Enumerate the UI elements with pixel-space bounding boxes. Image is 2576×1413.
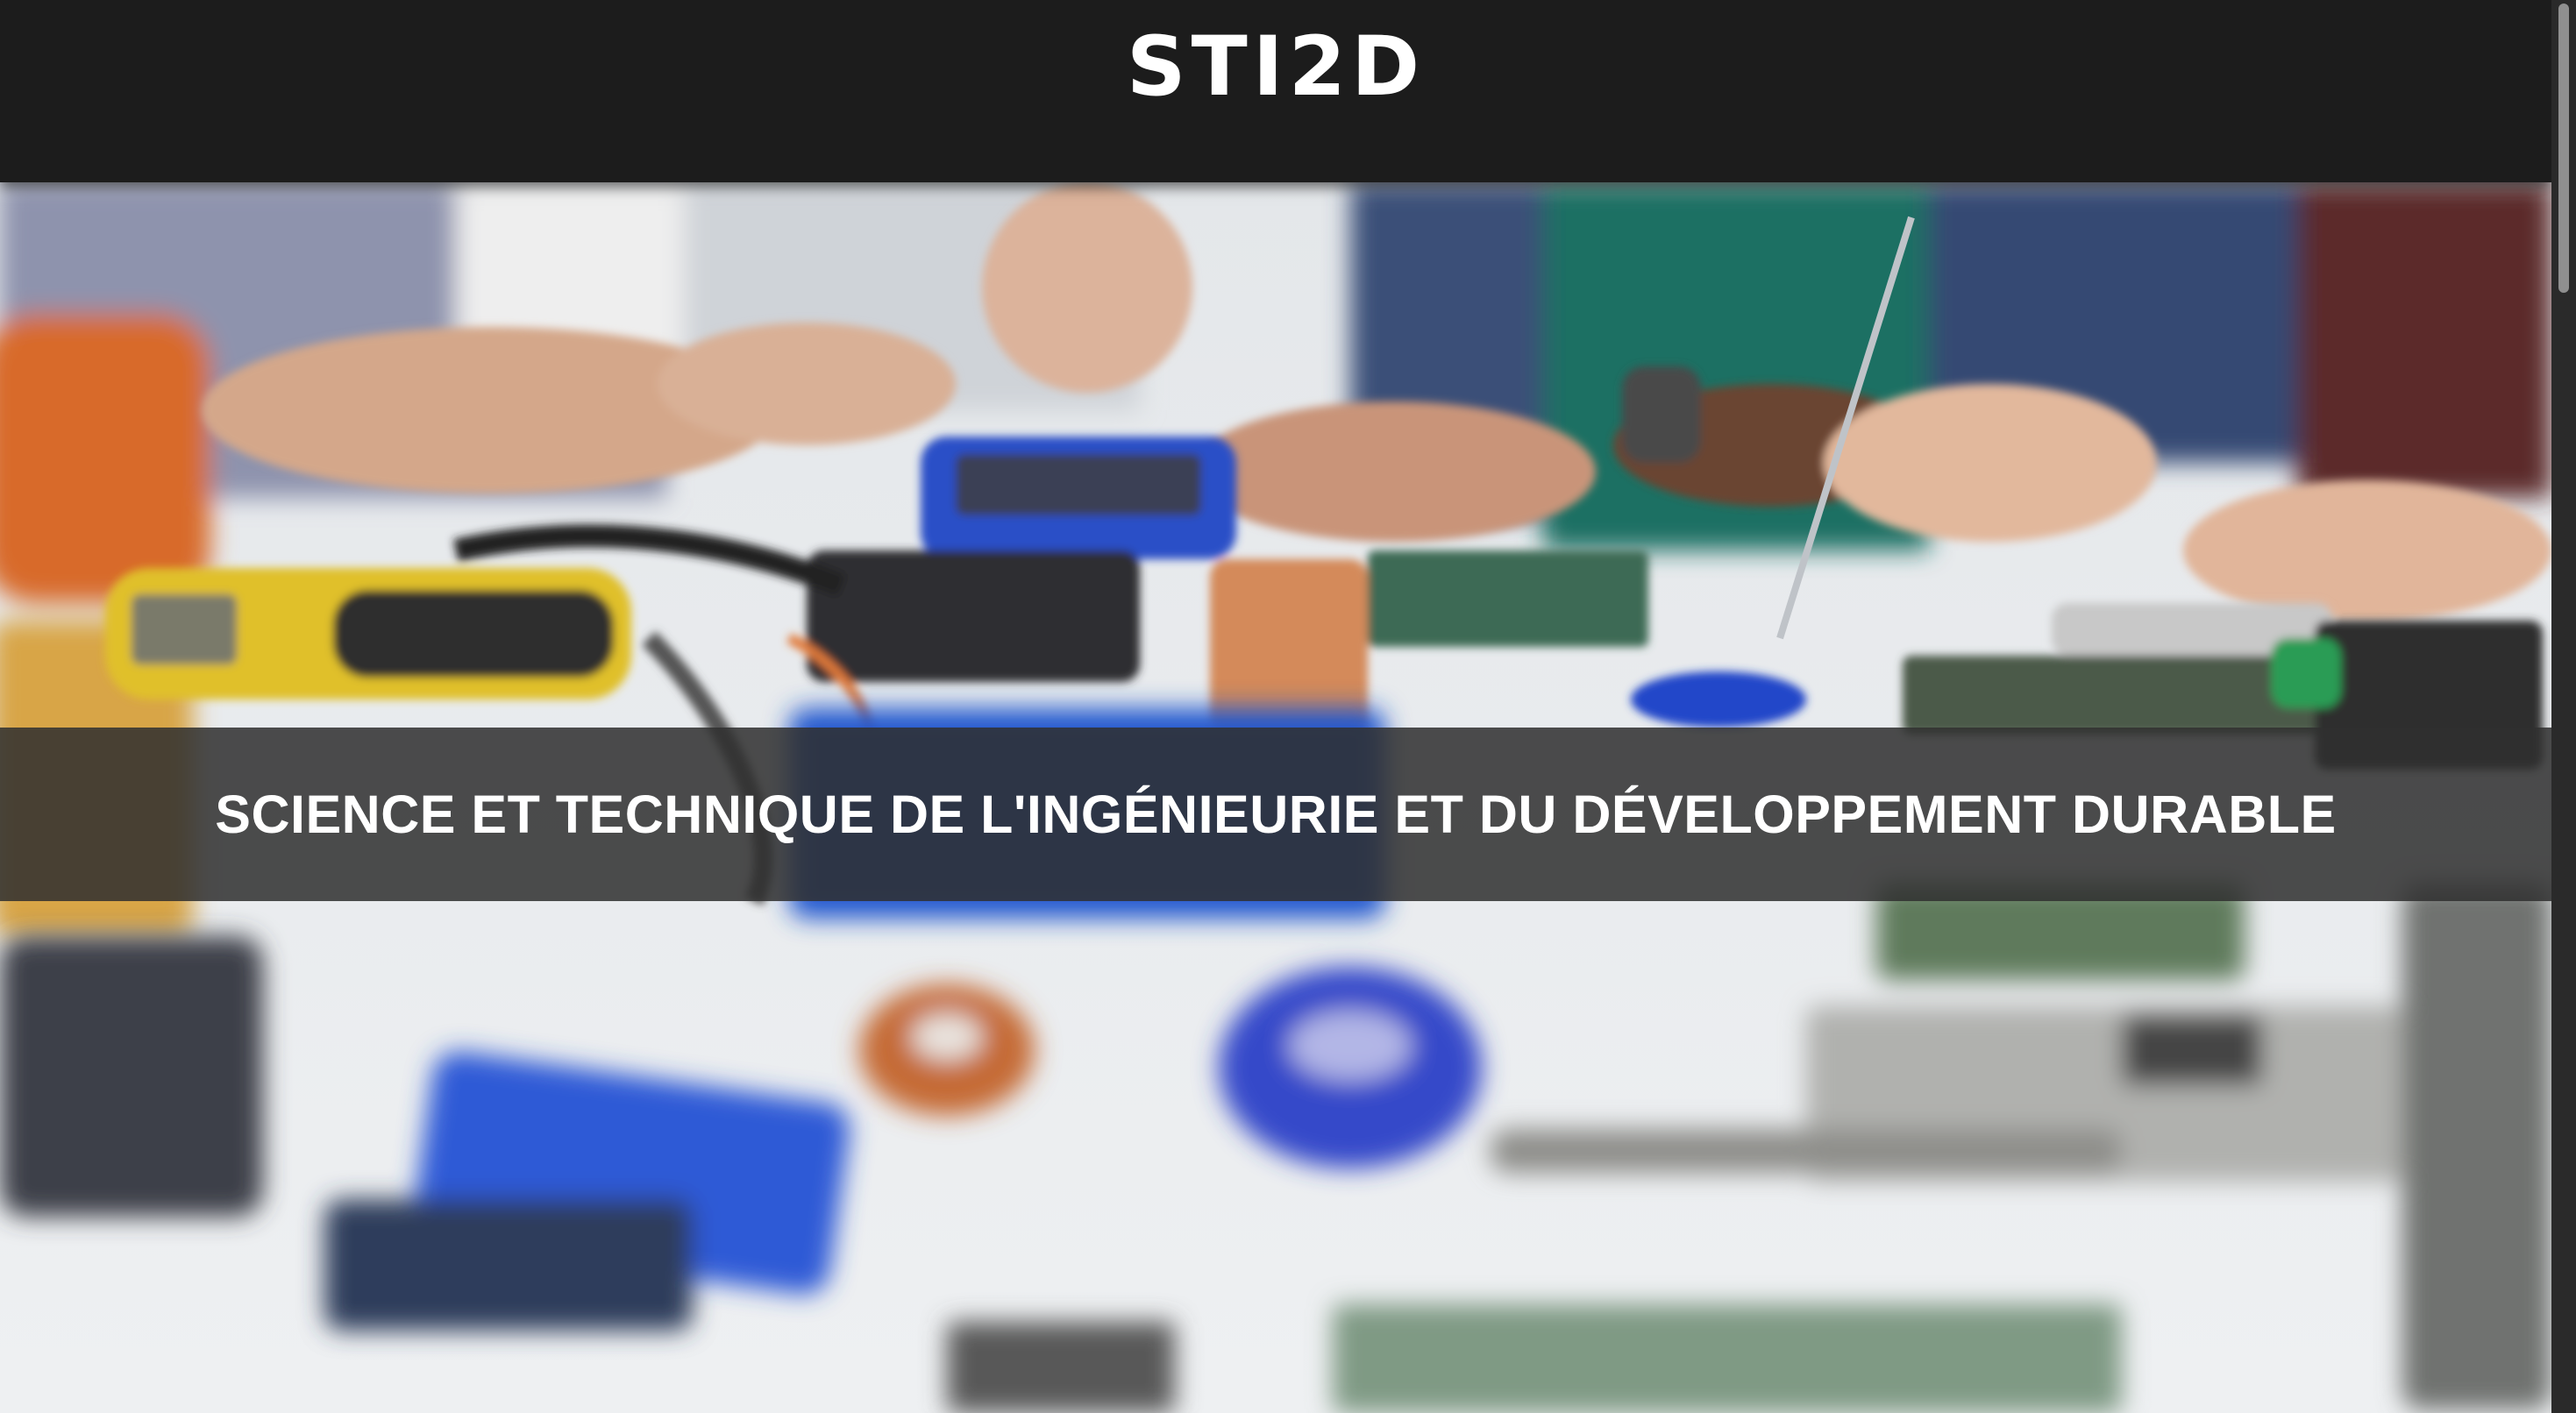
vertical-scrollbar[interactable] — [2551, 0, 2576, 1413]
page: STI2D SCIENCE ET TECHNIQUE DE L'INGÉNIEU… — [0, 0, 2576, 1413]
site-title[interactable]: STI2D — [1127, 19, 1425, 116]
site-header: STI2D — [0, 0, 2551, 182]
hero-section: SCIENCE ET TECHNIQUE DE L'INGÉNIEURIE ET… — [0, 182, 2551, 1413]
tagline-banner: SCIENCE ET TECHNIQUE DE L'INGÉNIEURIE ET… — [0, 728, 2551, 901]
tagline-text: SCIENCE ET TECHNIQUE DE L'INGÉNIEURIE ET… — [215, 785, 2337, 844]
scrollbar-thumb[interactable] — [2558, 4, 2569, 293]
